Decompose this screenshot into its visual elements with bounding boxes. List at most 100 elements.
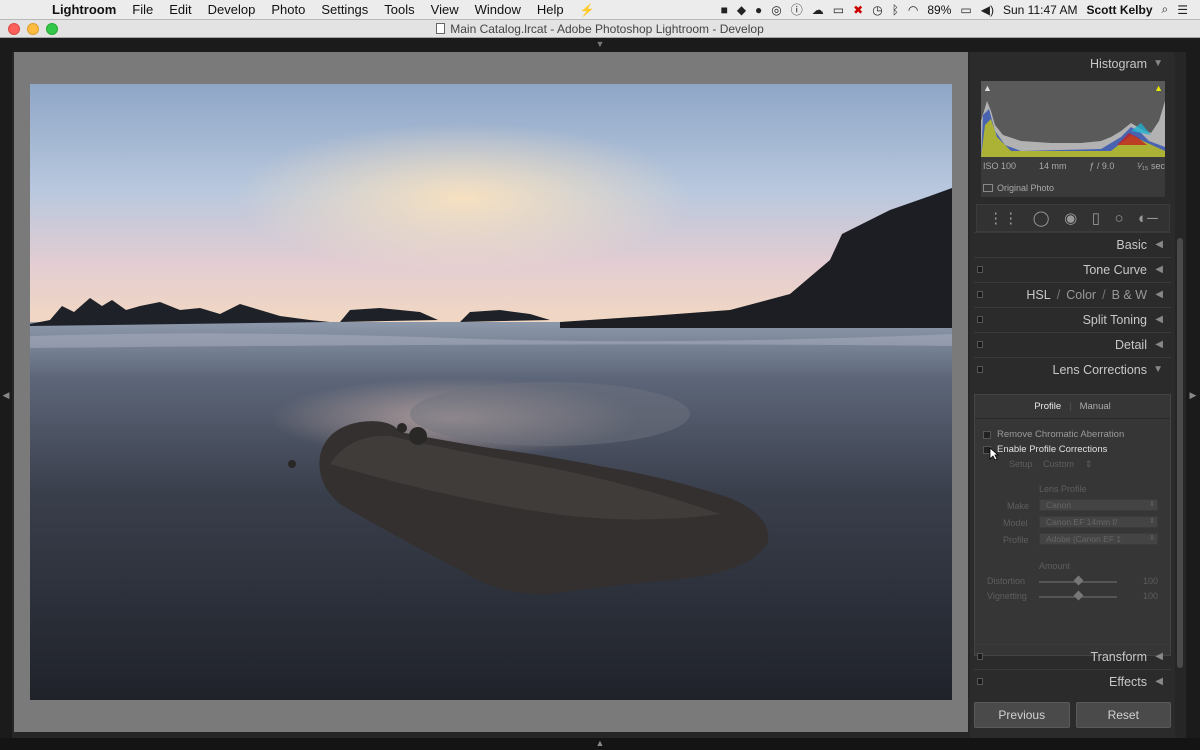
hsl-switch[interactable]: [977, 291, 983, 298]
menu-edit[interactable]: Edit: [161, 2, 199, 17]
make-select[interactable]: Canon ⇕: [1039, 499, 1158, 511]
menu-window[interactable]: Window: [467, 2, 529, 17]
histogram-header[interactable]: Histogram ▼: [974, 52, 1171, 76]
red-eye-icon[interactable]: ◉: [1064, 209, 1077, 227]
menu-develop[interactable]: Develop: [200, 2, 264, 17]
window-controls: [8, 23, 58, 35]
wifi-icon[interactable]: ◠: [908, 3, 918, 17]
develop-tool-strip: ⋮⋮ ◯ ◉ ▯ ○ ◐─: [976, 204, 1170, 232]
right-panel-toggle[interactable]: ▶: [1186, 52, 1200, 738]
filmstrip-toggle[interactable]: ▲: [0, 738, 1200, 750]
histogram[interactable]: ▲ ▲ ISO 100 14 mm ƒ / 9.0 ¹⁄₁₅ sec Origi…: [980, 80, 1166, 198]
image-canvas[interactable]: [14, 52, 968, 732]
info-status-icon[interactable]: ⓘ: [791, 1, 803, 18]
distortion-slider[interactable]: [1039, 575, 1117, 586]
profile-select[interactable]: Adobe (Canon EF 1 ⇕: [1039, 533, 1158, 545]
panel-tone-curve[interactable]: Tone Curve ◀: [974, 257, 1171, 281]
expand-hsl-icon[interactable]: ◀: [1155, 289, 1163, 300]
expand-effects-icon[interactable]: ◀: [1155, 676, 1163, 687]
evernote-status-icon[interactable]: ●: [755, 3, 762, 17]
lens-corrections-switch[interactable]: [977, 366, 983, 373]
panel-bw-label[interactable]: B & W: [1112, 288, 1147, 302]
tone-curve-switch[interactable]: [977, 266, 983, 273]
video-status-icon[interactable]: ■: [721, 3, 728, 17]
menu-app-lightroom[interactable]: Lightroom: [44, 2, 124, 17]
top-panel-toggle[interactable]: ▼: [0, 38, 1200, 52]
panel-basic[interactable]: Basic ◀: [974, 232, 1171, 256]
panel-detail[interactable]: Detail ◀: [974, 332, 1171, 356]
panel-lens-corrections[interactable]: Lens Corrections ▼: [974, 357, 1171, 381]
close-window-button[interactable]: [8, 23, 20, 35]
menu-file[interactable]: File: [124, 2, 161, 17]
highlight-clipping-icon[interactable]: ▲: [1154, 83, 1163, 93]
original-photo-toggle[interactable]: Original Photo: [983, 183, 1054, 193]
collapse-histogram-icon[interactable]: ▼: [1153, 58, 1163, 69]
panel-hsl-label[interactable]: HSL: [1026, 288, 1050, 302]
vignetting-value[interactable]: 100: [1143, 591, 1158, 601]
menubar-clock[interactable]: Sun 11:47 AM: [1003, 3, 1078, 17]
collapse-lens-corrections-icon[interactable]: ▼: [1153, 364, 1163, 375]
adjustment-brush-icon[interactable]: ◐─: [1138, 210, 1158, 227]
volume-icon[interactable]: ◀): [981, 3, 994, 17]
expand-detail-icon[interactable]: ◀: [1155, 339, 1163, 350]
airplay-status-icon[interactable]: ▭: [833, 3, 844, 17]
battery-percent[interactable]: 89%: [927, 3, 951, 17]
shadow-clipping-icon[interactable]: ▲: [983, 83, 992, 93]
bluetooth-icon[interactable]: ᛒ: [892, 3, 899, 17]
radial-filter-icon[interactable]: ○: [1114, 210, 1123, 227]
panel-hsl[interactable]: HSL / Color / B & W ◀: [974, 282, 1171, 306]
previous-button[interactable]: Previous: [974, 702, 1070, 728]
menu-photo[interactable]: Photo: [263, 2, 313, 17]
time-machine-icon[interactable]: ◷: [872, 3, 882, 17]
expand-transform-icon[interactable]: ◀: [1155, 651, 1163, 662]
expand-tone-curve-icon[interactable]: ◀: [1155, 264, 1163, 275]
spotlight-search-icon[interactable]: ⌕: [1162, 2, 1169, 17]
menubar-user[interactable]: Scott Kelby: [1086, 3, 1152, 17]
panel-effects[interactable]: Effects ◀: [974, 669, 1171, 693]
menu-view[interactable]: View: [423, 2, 467, 17]
reset-button[interactable]: Reset: [1075, 702, 1171, 728]
menu-tools[interactable]: Tools: [376, 2, 422, 17]
right-panel-scrollbar[interactable]: [1177, 238, 1183, 668]
effects-switch[interactable]: [977, 678, 983, 685]
cloud-status-icon[interactable]: ☁: [812, 3, 824, 17]
transform-switch[interactable]: [977, 653, 983, 660]
blocked-status-icon[interactable]: ✖: [853, 3, 863, 17]
minimize-window-button[interactable]: [27, 23, 39, 35]
distortion-slider-knob[interactable]: [1073, 575, 1084, 586]
crop-overlay-icon[interactable]: ⋮⋮: [988, 209, 1018, 227]
remove-ca-checkbox[interactable]: [983, 430, 991, 439]
script-status-icon[interactable]: ⚡: [572, 3, 603, 17]
expand-left-icon: ◀: [2, 389, 10, 400]
vignetting-slider-knob[interactable]: [1073, 590, 1084, 601]
sync-status-icon[interactable]: ◎: [771, 3, 781, 17]
split-toning-switch[interactable]: [977, 316, 983, 323]
tab-profile[interactable]: Profile: [1034, 401, 1061, 412]
distortion-value[interactable]: 100: [1143, 576, 1158, 586]
battery-icon[interactable]: ▭: [960, 3, 971, 17]
mac-menu-bar: Lightroom File Edit Develop Photo Settin…: [0, 0, 1200, 20]
zoom-window-button[interactable]: [46, 23, 58, 35]
tab-manual[interactable]: Manual: [1080, 401, 1111, 412]
menu-settings[interactable]: Settings: [313, 2, 376, 17]
exif-aperture: ƒ / 9.0: [1089, 161, 1115, 171]
graduated-filter-icon[interactable]: ▯: [1092, 209, 1100, 227]
notification-center-icon[interactable]: ☰: [1177, 3, 1188, 17]
remove-ca-row[interactable]: Remove Chromatic Aberration: [983, 429, 1124, 440]
panel-color-label[interactable]: Color: [1066, 288, 1096, 302]
setup-dropdown-icon[interactable]: ⇕: [1085, 459, 1093, 470]
panel-split-toning[interactable]: Split Toning ◀: [974, 307, 1171, 331]
expand-basic-icon[interactable]: ◀: [1155, 239, 1163, 250]
panel-transform[interactable]: Transform ◀: [974, 644, 1171, 668]
spot-removal-icon[interactable]: ◯: [1033, 209, 1050, 227]
left-panel-toggle[interactable]: ◀: [0, 52, 12, 738]
vignetting-slider[interactable]: [1039, 590, 1117, 601]
enable-profile-row[interactable]: Enable Profile Corrections: [983, 444, 1107, 455]
photo-preview[interactable]: [30, 84, 952, 700]
expand-split-toning-icon[interactable]: ◀: [1155, 314, 1163, 325]
dropbox-status-icon[interactable]: ◆: [737, 3, 746, 17]
menu-help[interactable]: Help: [529, 2, 572, 17]
model-select[interactable]: Canon EF 14mm f/ ⇕: [1039, 516, 1158, 528]
detail-switch[interactable]: [977, 341, 983, 348]
setup-value[interactable]: Custom: [1043, 459, 1074, 469]
